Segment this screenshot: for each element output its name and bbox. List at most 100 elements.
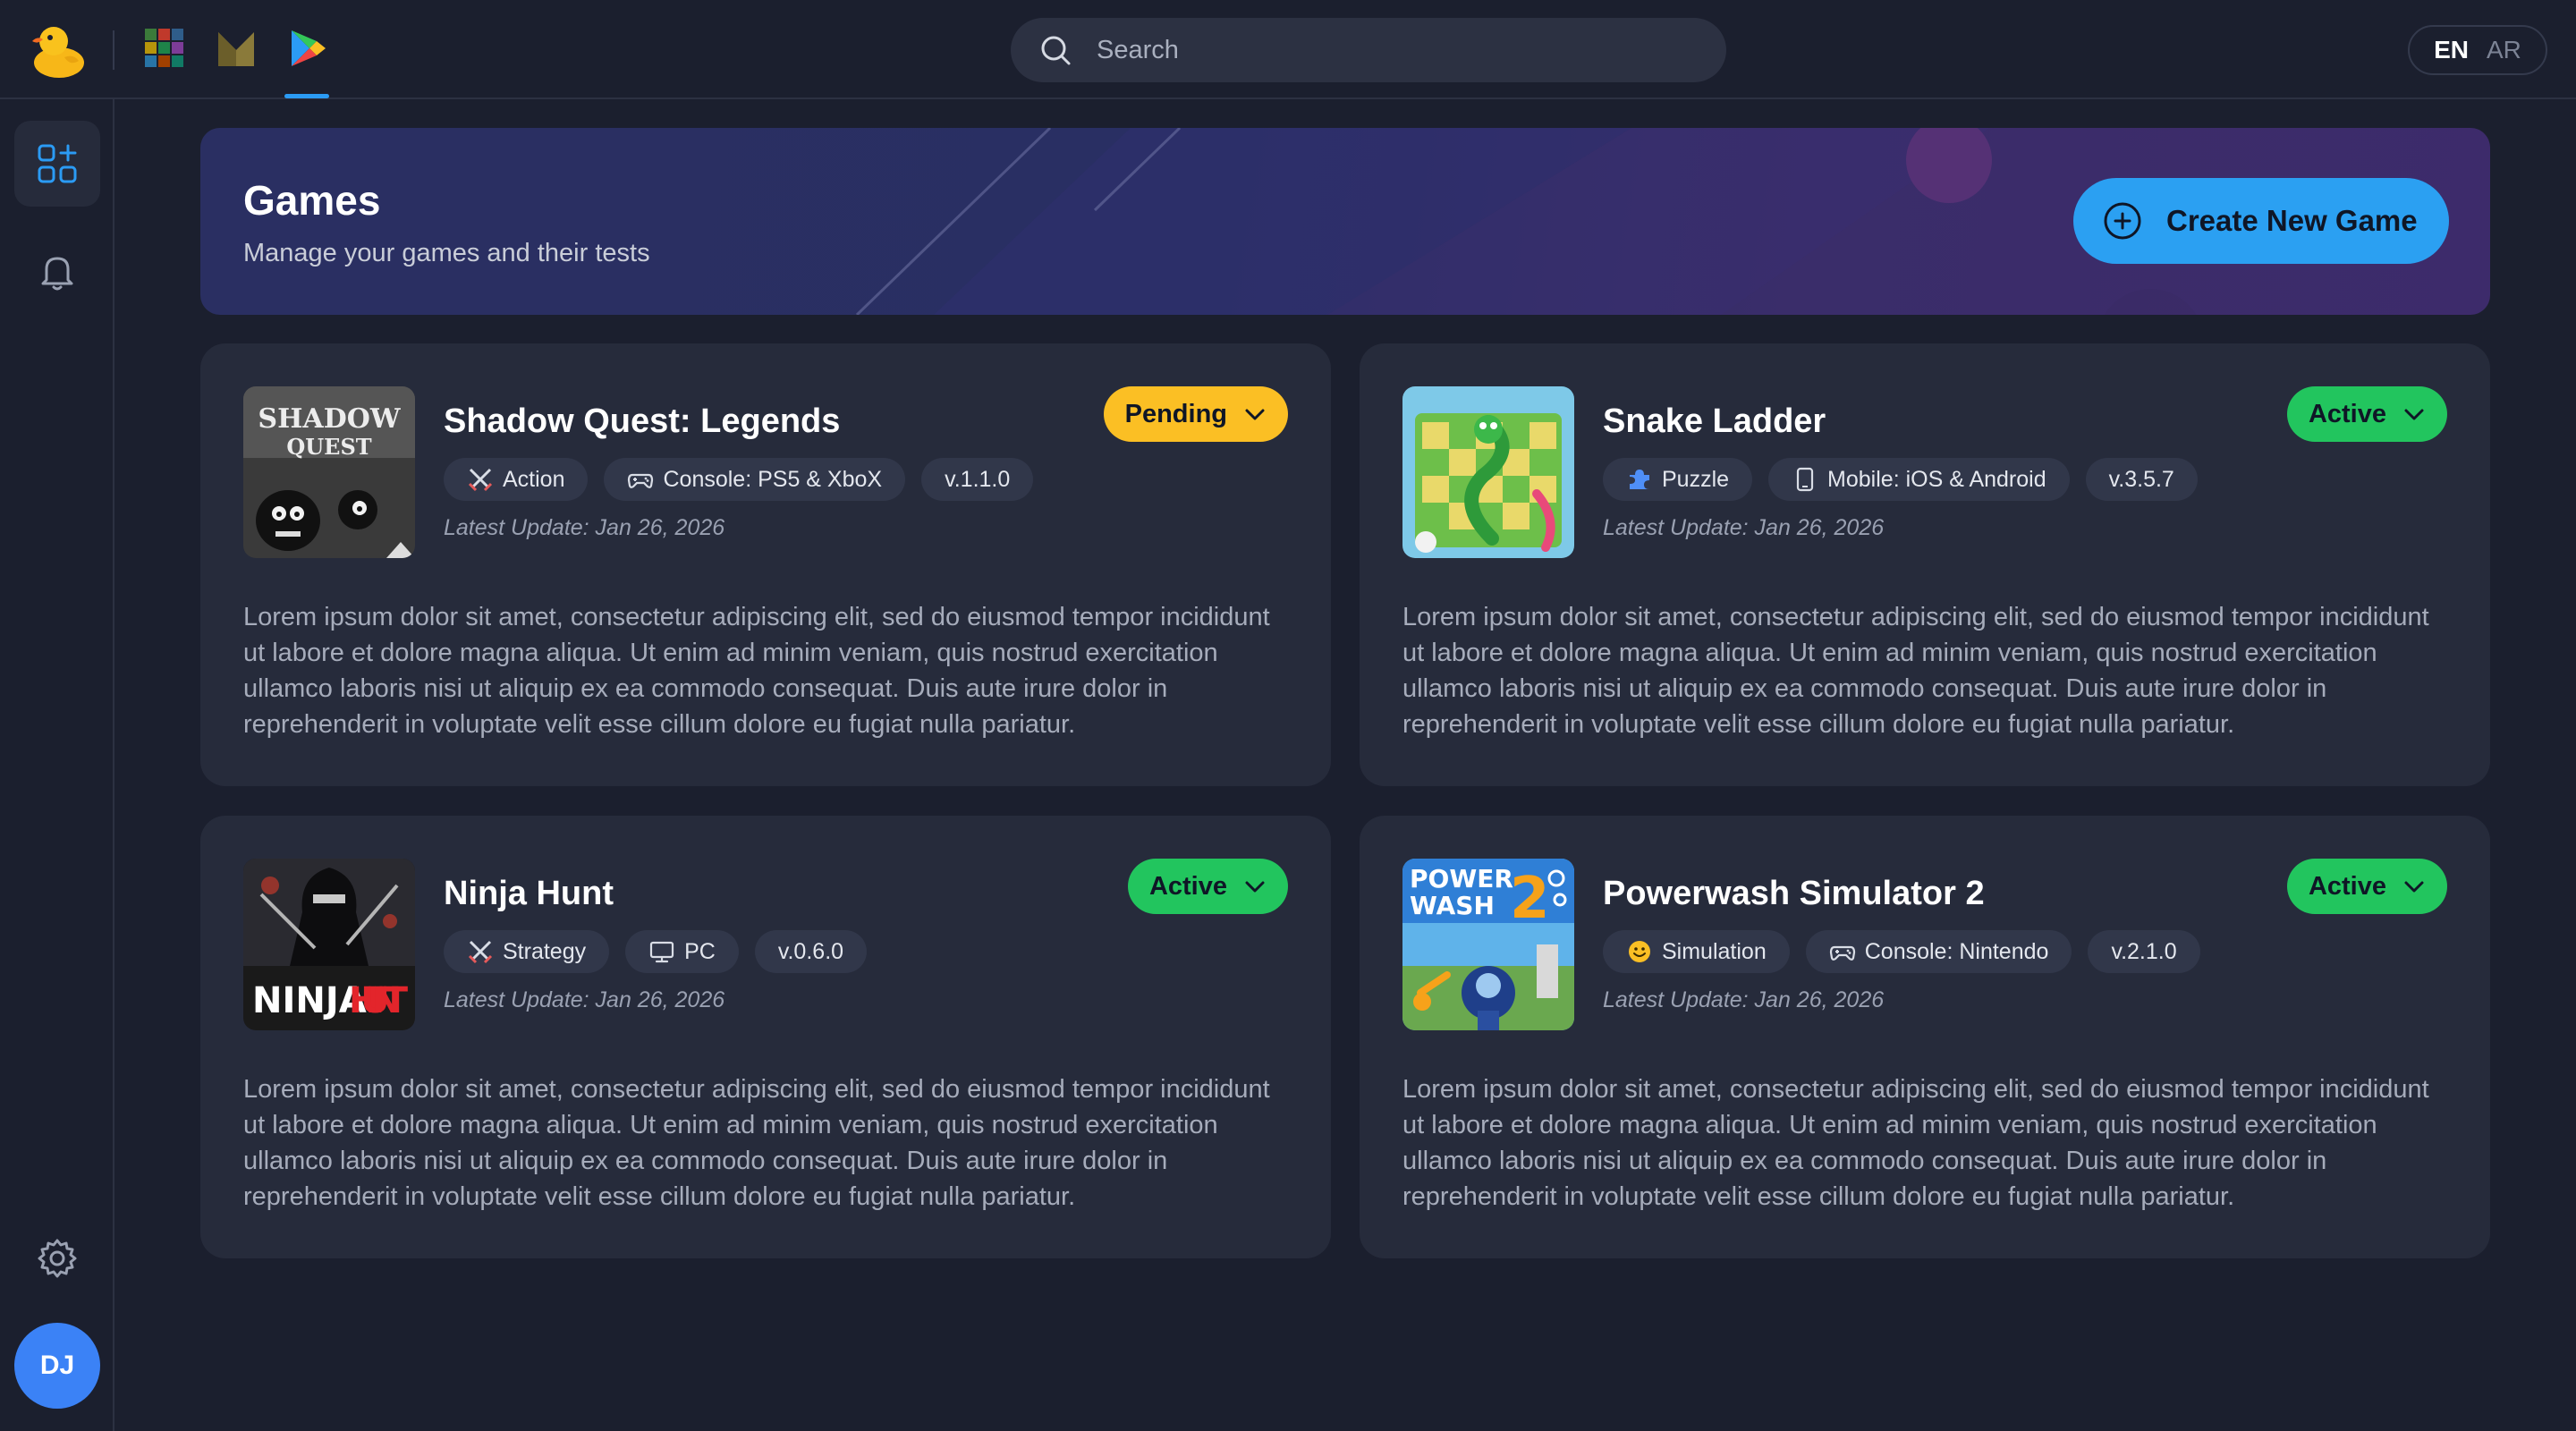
gamepad-icon <box>1829 945 1855 961</box>
platform-tag: Console: PS5 & XboX <box>604 458 906 501</box>
version-label: v.1.1.0 <box>945 466 1011 492</box>
game-title: Powerwash Simulator 2 <box>1603 875 1985 912</box>
game-tags: Strategy PC v.0.6.0 <box>444 930 868 973</box>
genre-tag: Action <box>444 458 589 501</box>
sidebar-item-notifications[interactable] <box>14 228 100 314</box>
platform-label: Console: Nintendo <box>1864 938 2049 964</box>
search-bar[interactable] <box>1011 18 1726 82</box>
mobile-phone-icon <box>1796 467 1814 492</box>
status-label: Pending <box>1124 399 1227 428</box>
version-tag: v.2.1.0 <box>2088 930 2200 973</box>
status-label: Active <box>2308 871 2386 901</box>
svg-text:POWER: POWER <box>1410 864 1513 893</box>
game-description: Lorem ipsum dolor sit amet, consectetur … <box>243 1075 1270 1211</box>
game-thumbnail <box>1402 386 1574 558</box>
genre-tag: Simulation <box>1603 930 1790 973</box>
page-header-banner: Games Manage your games and their tests … <box>200 128 2490 315</box>
status-label: Active <box>2308 399 2386 428</box>
avatar[interactable]: DJ <box>14 1323 100 1409</box>
gear-icon <box>38 1239 77 1278</box>
platform-label: Mobile: iOS & Android <box>1827 466 2046 492</box>
chevron-down-icon <box>1245 409 1265 420</box>
crossed-swords-icon <box>468 468 493 492</box>
svg-text:2: 2 <box>1510 866 1550 932</box>
svg-text:WASH: WASH <box>1410 891 1495 920</box>
divider <box>113 30 114 70</box>
status-dropdown[interactable]: Active <box>2286 859 2447 914</box>
platform-label: Console: PS5 & XboX <box>663 466 883 492</box>
app-switcher-grid-icon[interactable] <box>143 27 186 70</box>
chevron-down-icon <box>2404 409 2424 420</box>
language-switcher[interactable]: EN AR <box>2408 25 2547 75</box>
app-switcher-m-icon[interactable] <box>215 27 258 70</box>
lang-en-option[interactable]: EN <box>2434 36 2469 64</box>
version-tag: v.1.1.0 <box>921 458 1034 501</box>
genre-tag: Strategy <box>444 930 610 973</box>
sidebar-item-settings[interactable] <box>14 1215 100 1301</box>
page-title: Games <box>243 177 381 224</box>
app-switcher-play-icon[interactable] <box>286 27 329 70</box>
genre-label: Action <box>503 466 565 492</box>
version-tag: v.3.5.7 <box>2085 458 2198 501</box>
svg-text:SHADOW: SHADOW <box>258 403 401 435</box>
game-title: Ninja Hunt <box>444 875 614 912</box>
active-app-indicator <box>284 94 329 98</box>
game-title: Shadow Quest: Legends <box>444 402 841 440</box>
game-tags: Action Console: PS5 & XboX v.1.1.0 <box>444 458 1034 501</box>
latest-update: Latest Update: Jan 26, 2026 <box>444 987 725 1012</box>
duck-logo-icon[interactable] <box>25 18 88 80</box>
version-label: v.2.1.0 <box>2111 938 2177 964</box>
status-dropdown[interactable]: Pending <box>1103 386 1288 442</box>
latest-update: Latest Update: Jan 26, 2026 <box>444 515 725 540</box>
platform-label: PC <box>684 938 716 964</box>
game-description: Lorem ipsum dolor sit amet, consectetur … <box>243 603 1270 739</box>
version-tag: v.0.6.0 <box>754 930 868 973</box>
game-thumbnail: SHADOW QUEST <box>243 386 415 558</box>
desktop-monitor-icon <box>650 941 674 963</box>
game-card[interactable]: POWER WASH 2 Powerwash Simulator 2 Activ… <box>1360 816 2490 1258</box>
top-bar: EN AR <box>0 0 2576 99</box>
search-icon <box>1041 36 1071 65</box>
genre-tag: Puzzle <box>1603 458 1753 501</box>
game-card[interactable]: Snake Ladder Active Puzzle Mobile: iOS &… <box>1360 343 2490 786</box>
create-new-game-button[interactable]: Create New Game <box>2073 178 2449 264</box>
page-subtitle: Manage your games and their tests <box>243 239 650 267</box>
game-card[interactable]: NINJA HUNT Ninja Hunt Active Strategy PC… <box>200 816 1331 1258</box>
latest-update: Latest Update: Jan 26, 2026 <box>1603 987 1885 1012</box>
status-label: Active <box>1148 871 1227 901</box>
create-new-game-label: Create New Game <box>2166 204 2418 237</box>
genre-label: Puzzle <box>1662 466 1730 492</box>
plus-circle-icon <box>2104 202 2141 240</box>
gamepad-icon <box>628 473 654 488</box>
chevron-down-icon <box>2404 881 2424 893</box>
version-label: v.3.5.7 <box>2108 466 2174 492</box>
game-description: Lorem ipsum dolor sit amet, consectetur … <box>1402 1075 2429 1211</box>
genre-label: Simulation <box>1662 938 1767 964</box>
platform-tag: PC <box>625 930 739 973</box>
search-input[interactable] <box>1097 18 1687 82</box>
version-label: v.0.6.0 <box>777 938 844 964</box>
game-tags: Puzzle Mobile: iOS & Android v.3.5.7 <box>1603 458 2198 501</box>
bell-icon <box>41 257 73 291</box>
puzzle-piece-icon <box>1630 470 1649 489</box>
sidebar-item-games[interactable] <box>14 121 100 207</box>
game-tags: Simulation Console: Nintendo v.2.1.0 <box>1603 930 2200 973</box>
svg-text:QUEST: QUEST <box>286 434 371 460</box>
sidebar: DJ <box>0 99 114 1431</box>
chevron-down-icon <box>1245 881 1265 893</box>
game-card[interactable]: SHADOW QUEST Shadow Quest: Legends Pendi… <box>200 343 1331 786</box>
genre-label: Strategy <box>503 938 587 964</box>
status-dropdown[interactable]: Active <box>1127 859 1288 914</box>
status-dropdown[interactable]: Active <box>2286 386 2447 442</box>
lang-ar-option[interactable]: AR <box>2487 36 2521 64</box>
smiley-face-icon <box>1629 941 1650 962</box>
platform-tag: Mobile: iOS & Android <box>1768 458 2070 501</box>
platform-tag: Console: Nintendo <box>1805 930 2072 973</box>
svg-text:HUNT: HUNT <box>349 980 409 1021</box>
latest-update: Latest Update: Jan 26, 2026 <box>1603 515 1885 540</box>
grid-plus-icon <box>38 144 77 183</box>
game-title: Snake Ladder <box>1603 402 1826 440</box>
game-description: Lorem ipsum dolor sit amet, consectetur … <box>1402 603 2429 739</box>
game-thumbnail: POWER WASH 2 <box>1402 859 1574 1030</box>
crossed-swords-icon <box>468 940 493 964</box>
